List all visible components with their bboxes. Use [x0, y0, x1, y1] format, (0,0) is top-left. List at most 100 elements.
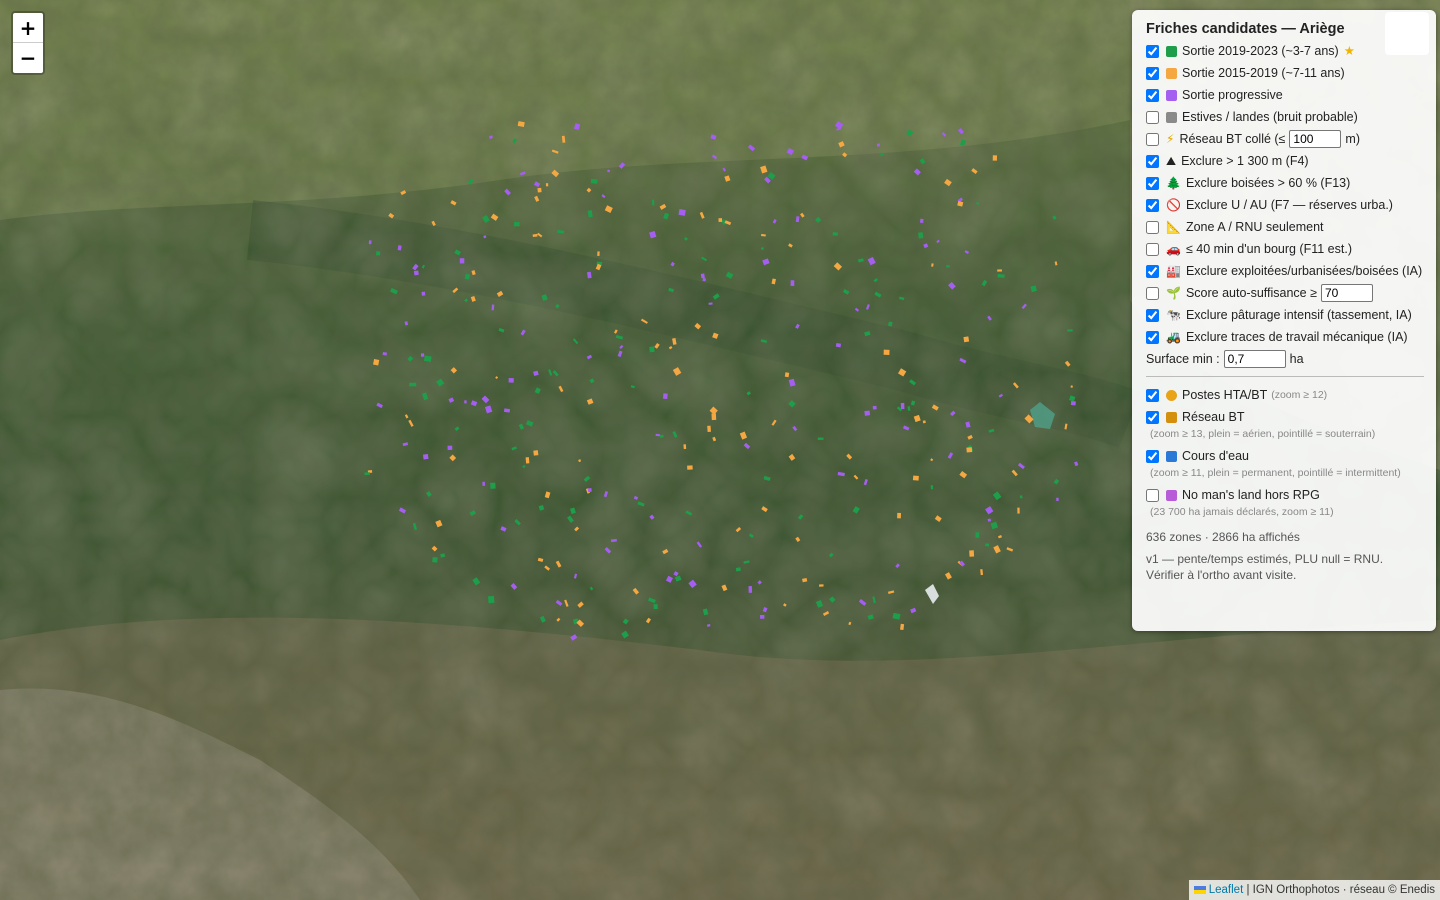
parcel-polygon[interactable] — [900, 402, 905, 410]
layer-checkbox-sortie-2019-2023[interactable] — [1146, 45, 1159, 58]
parcel-polygon[interactable] — [761, 233, 766, 237]
parcel-polygon[interactable] — [496, 290, 504, 297]
parcel-polygon[interactable] — [879, 152, 885, 157]
parcel-polygon[interactable] — [718, 218, 723, 223]
parcel-polygon[interactable] — [412, 522, 418, 531]
parcel-polygon[interactable] — [491, 304, 495, 311]
leaflet-link[interactable]: Leaflet — [1209, 884, 1244, 896]
parcel-polygon[interactable] — [683, 236, 688, 241]
parcel-polygon[interactable] — [533, 370, 539, 376]
parcel-polygon[interactable] — [495, 376, 499, 380]
parcel-polygon[interactable] — [838, 141, 845, 148]
parcel-polygon[interactable] — [987, 315, 992, 321]
parcel-polygon[interactable] — [448, 397, 455, 403]
parcel-polygon[interactable] — [510, 583, 518, 590]
parcel-polygon[interactable] — [659, 203, 667, 210]
parcel-polygon[interactable] — [425, 490, 432, 498]
parcel-polygon[interactable] — [534, 195, 540, 202]
parcel-polygon[interactable] — [892, 612, 901, 620]
parcel-polygon[interactable] — [604, 205, 613, 214]
parcel-polygon[interactable] — [409, 382, 417, 387]
parcel-polygon[interactable] — [431, 545, 438, 552]
parcel-polygon[interactable] — [649, 346, 655, 353]
parcel-polygon[interactable] — [404, 414, 409, 419]
parcel-polygon[interactable] — [867, 614, 874, 620]
parcel-polygon[interactable] — [572, 338, 579, 345]
parcel-polygon[interactable] — [621, 630, 629, 639]
surface-min-input[interactable] — [1223, 350, 1286, 368]
overlay-checkbox-reseau-bt[interactable] — [1146, 411, 1159, 424]
parcel-polygon[interactable] — [440, 553, 446, 558]
parcel-polygon[interactable] — [702, 277, 706, 282]
parcel-polygon[interactable] — [902, 425, 910, 431]
parcel-polygon[interactable] — [883, 349, 890, 356]
parcel-polygon[interactable] — [597, 251, 600, 256]
layer-checkbox-sortie-2015-2019[interactable] — [1146, 67, 1159, 80]
parcel-polygon[interactable] — [858, 599, 867, 606]
parcel-polygon[interactable] — [959, 470, 968, 479]
parcel-polygon[interactable] — [589, 586, 594, 591]
parcel-polygon[interactable] — [853, 474, 859, 480]
parcel-polygon[interactable] — [701, 256, 708, 262]
parcel-polygon[interactable] — [552, 370, 559, 377]
parcel-polygon[interactable] — [472, 577, 481, 586]
parcel-polygon[interactable] — [567, 515, 574, 523]
parcel-polygon[interactable] — [873, 278, 878, 283]
parcel-polygon[interactable] — [532, 233, 538, 238]
parcel-polygon[interactable] — [672, 367, 682, 376]
parcel-polygon[interactable] — [931, 404, 939, 411]
parcel-polygon[interactable] — [944, 572, 952, 580]
parcel-polygon[interactable] — [934, 515, 942, 522]
parcel-polygon[interactable] — [966, 447, 973, 453]
parcel-polygon[interactable] — [706, 624, 711, 627]
parcel-polygon[interactable] — [980, 569, 984, 576]
parcel-polygon[interactable] — [957, 200, 964, 207]
parcel-polygon[interactable] — [447, 445, 453, 451]
parcel-polygon[interactable] — [992, 155, 998, 161]
parcel-polygon[interactable] — [835, 342, 842, 348]
parcel-polygon[interactable] — [874, 291, 882, 298]
parcel-polygon[interactable] — [402, 442, 409, 447]
parcel-polygon[interactable] — [1030, 285, 1037, 293]
parcel-polygon[interactable] — [1019, 495, 1023, 499]
parcel-polygon[interactable] — [746, 391, 751, 396]
parcel-polygon[interactable] — [520, 329, 526, 336]
parcel-polygon[interactable] — [555, 560, 562, 568]
parcel-polygon[interactable] — [498, 327, 505, 333]
parcel-polygon[interactable] — [683, 444, 687, 450]
parcel-polygon[interactable] — [471, 270, 476, 276]
parcel-polygon[interactable] — [887, 590, 895, 594]
parcel-polygon[interactable] — [408, 419, 414, 427]
parcel-polygon[interactable] — [724, 175, 731, 182]
parcel-polygon[interactable] — [897, 368, 907, 377]
parcel-polygon[interactable] — [561, 135, 566, 143]
parcel-polygon[interactable] — [788, 378, 796, 387]
parcel-polygon[interactable] — [583, 475, 591, 483]
parcel-polygon[interactable] — [922, 420, 926, 424]
parcel-polygon[interactable] — [685, 510, 693, 516]
parcel-polygon[interactable] — [537, 187, 542, 193]
parcel-polygon[interactable] — [539, 615, 546, 623]
filter-checkbox-zone-a[interactable] — [1146, 221, 1159, 234]
parcel-polygon[interactable] — [724, 220, 732, 226]
parcel-polygon[interactable] — [985, 543, 990, 547]
parcel-polygon[interactable] — [534, 387, 541, 394]
parcel-polygon[interactable] — [484, 405, 493, 414]
parcel-polygon[interactable] — [537, 557, 544, 563]
parcel-polygon[interactable] — [407, 355, 414, 362]
parcel-polygon[interactable] — [788, 400, 796, 408]
parcel-polygon[interactable] — [852, 506, 860, 514]
parcel-polygon[interactable] — [998, 393, 1004, 398]
parcel-polygon[interactable] — [783, 603, 787, 607]
parcel-polygon[interactable] — [522, 465, 526, 469]
zoom-out-button[interactable]: − — [13, 43, 43, 73]
parcel-polygon[interactable] — [662, 393, 668, 399]
parcel-polygon[interactable] — [603, 491, 609, 498]
parcel-polygon[interactable] — [630, 385, 636, 389]
parcel-polygon[interactable] — [936, 239, 940, 244]
parcel-polygon[interactable] — [702, 608, 709, 616]
parcel-polygon[interactable] — [390, 287, 398, 295]
parcel-polygon[interactable] — [965, 421, 971, 428]
parcel-polygon[interactable] — [907, 406, 911, 411]
parcel-polygon[interactable] — [913, 414, 921, 423]
